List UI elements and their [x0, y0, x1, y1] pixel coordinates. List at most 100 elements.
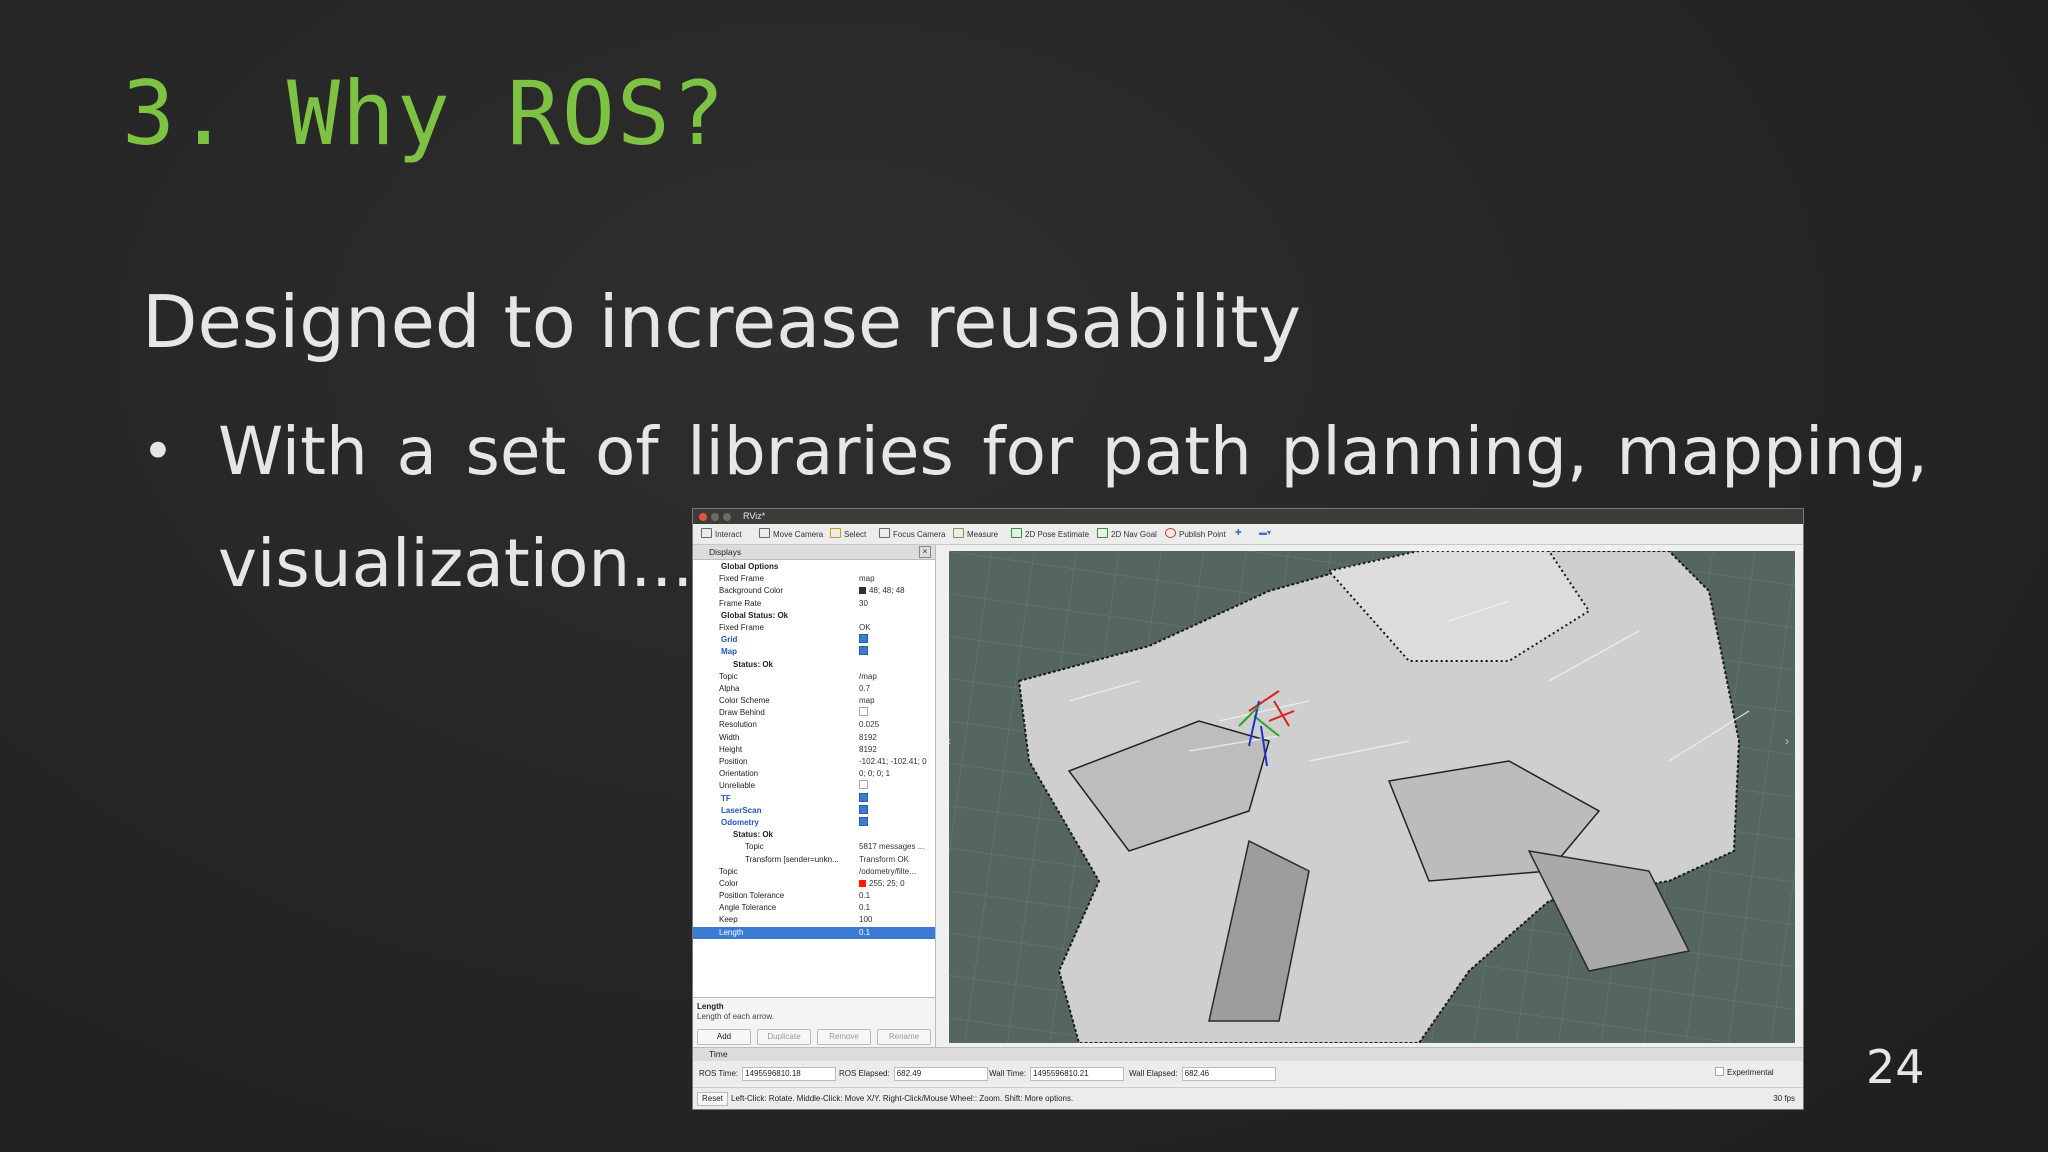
display-row-value: /map [859, 671, 877, 681]
tool-interact[interactable]: Interact [701, 528, 742, 541]
display-row[interactable]: LaserScan [693, 804, 935, 817]
window-title: RViz* [743, 511, 766, 521]
reset-button[interactable]: Reset [697, 1092, 728, 1106]
display-row-value: 0; 0; 0; 1 [859, 769, 891, 779]
tool-move-camera[interactable]: Move Camera [759, 528, 823, 541]
checkbox[interactable] [859, 646, 868, 656]
display-row-value: 30 [859, 598, 868, 608]
checkbox[interactable] [859, 634, 868, 644]
display-row-value [859, 804, 868, 817]
display-row-label: Fixed Frame [719, 574, 764, 584]
help-text: Length of each arrow. [697, 1012, 774, 1021]
checkbox[interactable] [859, 816, 868, 826]
display-row-label: Alpha [719, 683, 740, 693]
display-row[interactable]: Position -102.41; -102.41; 0 [693, 756, 935, 768]
bullet-text-line2: visualization... [218, 525, 694, 602]
3d-map-view[interactable]: ‹ › [949, 551, 1795, 1043]
display-row-label: Topic [719, 671, 738, 681]
display-row[interactable]: Height 8192 [693, 744, 935, 756]
display-row[interactable]: Color 255; 25; 0 [693, 878, 935, 890]
display-row-label: Background Color [719, 586, 784, 596]
close-panel-icon[interactable]: × [919, 546, 931, 558]
display-row[interactable]: TF [693, 792, 935, 805]
display-row[interactable]: Frame Rate 30 [693, 598, 935, 610]
display-row-value: /odometry/filte... [859, 866, 916, 876]
add-button[interactable]: Add [697, 1029, 751, 1045]
add-tool-icon[interactable]: ✚ [1235, 528, 1242, 541]
display-row[interactable]: Background Color 48; 48; 48 [693, 585, 935, 597]
minimize-icon[interactable] [711, 513, 719, 521]
status-message: Left-Click: Rotate. Middle-Click: Move X… [731, 1094, 1074, 1103]
display-row[interactable]: Angle Tolerance 0.1 [693, 902, 935, 914]
maximize-icon[interactable] [723, 513, 731, 521]
display-row[interactable]: Transform [sender=unkn... Transform OK [693, 854, 935, 866]
display-row-value [859, 634, 868, 646]
rename-button[interactable]: Rename [877, 1029, 931, 1045]
time-panel-header: Time [693, 1047, 1803, 1062]
display-row-value: 0.7 [859, 683, 871, 693]
duplicate-button[interactable]: Duplicate [757, 1029, 811, 1045]
display-row[interactable]: Length 0.1 [693, 926, 935, 939]
display-row-label: Resolution [719, 720, 757, 730]
experimental-checkbox[interactable]: Experimental [1715, 1067, 1774, 1077]
display-row[interactable]: Topic 5817 messages ... [693, 841, 935, 853]
displays-header: Displays × [693, 545, 935, 560]
display-row[interactable]: Status: Ok [693, 829, 935, 841]
tool-select[interactable]: Select [830, 528, 866, 541]
help-title: Length [697, 1002, 724, 1011]
display-row[interactable]: Topic/map [693, 671, 935, 683]
display-row[interactable]: Position Tolerance 0.1 [693, 890, 935, 902]
remove-button[interactable]: Remove [817, 1029, 871, 1045]
slide-subtitle: Designed to increase reusability [142, 280, 1302, 364]
close-icon[interactable] [699, 513, 707, 521]
display-row[interactable]: Draw Behind [693, 707, 935, 719]
display-row[interactable]: Resolution 0.025 [693, 719, 935, 731]
checkbox[interactable] [859, 792, 868, 802]
display-row-value [859, 646, 868, 658]
display-row[interactable]: Global Status: Ok [693, 610, 935, 622]
display-row[interactable]: Topic/odometry/filte... [693, 866, 935, 878]
display-row-label: LaserScan [721, 805, 762, 815]
display-row[interactable]: Map [693, 646, 935, 658]
tool-2d-pose-estimate[interactable]: 2D Pose Estimate [1011, 528, 1089, 541]
bullet-text-line1: With a set of libraries for path plannin… [218, 413, 1928, 490]
display-row[interactable]: Unreliable [693, 780, 935, 792]
display-row-label: Angle Tolerance [719, 903, 777, 913]
display-row-label: TF [721, 793, 731, 803]
ruler-icon [953, 528, 964, 538]
display-row-value: 0.1 [859, 927, 871, 937]
checkbox[interactable] [859, 780, 868, 790]
checkbox[interactable] [859, 804, 868, 814]
color-swatch [859, 879, 866, 887]
display-row[interactable]: Status: Ok [693, 659, 935, 671]
tool-menu-chevron-icon[interactable]: ▬▾ [1259, 528, 1271, 541]
fps-counter: 30 fps [1773, 1094, 1795, 1103]
display-row[interactable]: Fixed Frame map [693, 573, 935, 585]
display-row[interactable]: Orientation 0; 0; 0; 1 [693, 768, 935, 780]
displays-panel: Displays × Global Options Fixed Frame map B… [693, 545, 936, 1058]
display-row-value: Transform OK [859, 854, 909, 864]
display-row[interactable]: Alpha 0.7 [693, 683, 935, 695]
display-row-value [859, 816, 868, 829]
toolbar: Interact Move Camera Select Focus Camera… [693, 524, 1803, 545]
tool-2d-nav-goal[interactable]: 2D Nav Goal [1097, 528, 1157, 541]
display-row-label: Topic [745, 842, 764, 852]
display-row-label: Position [719, 757, 748, 766]
display-row[interactable]: Odometry [693, 816, 935, 829]
display-buttons: Add Duplicate Remove Rename [693, 1025, 935, 1047]
display-row[interactable]: Color Scheme map [693, 695, 935, 707]
tool-publish-point[interactable]: Publish Point [1165, 528, 1226, 541]
display-row[interactable]: Keep 100 [693, 914, 935, 926]
display-row[interactable]: Fixed Frame OK [693, 622, 935, 634]
display-row-label: Global Status: Ok [721, 610, 789, 620]
display-row-label: Length [719, 927, 744, 937]
tool-measure[interactable]: Measure [953, 528, 998, 541]
interact-icon [701, 528, 712, 538]
display-row[interactable]: Global Options [693, 561, 935, 573]
display-row-label: Keep [719, 915, 738, 925]
display-row[interactable]: Grid [693, 634, 935, 646]
checkbox[interactable] [859, 707, 868, 717]
display-row-value [859, 792, 868, 805]
display-row[interactable]: Width 8192 [693, 732, 935, 744]
tool-focus-camera[interactable]: Focus Camera [879, 528, 945, 541]
